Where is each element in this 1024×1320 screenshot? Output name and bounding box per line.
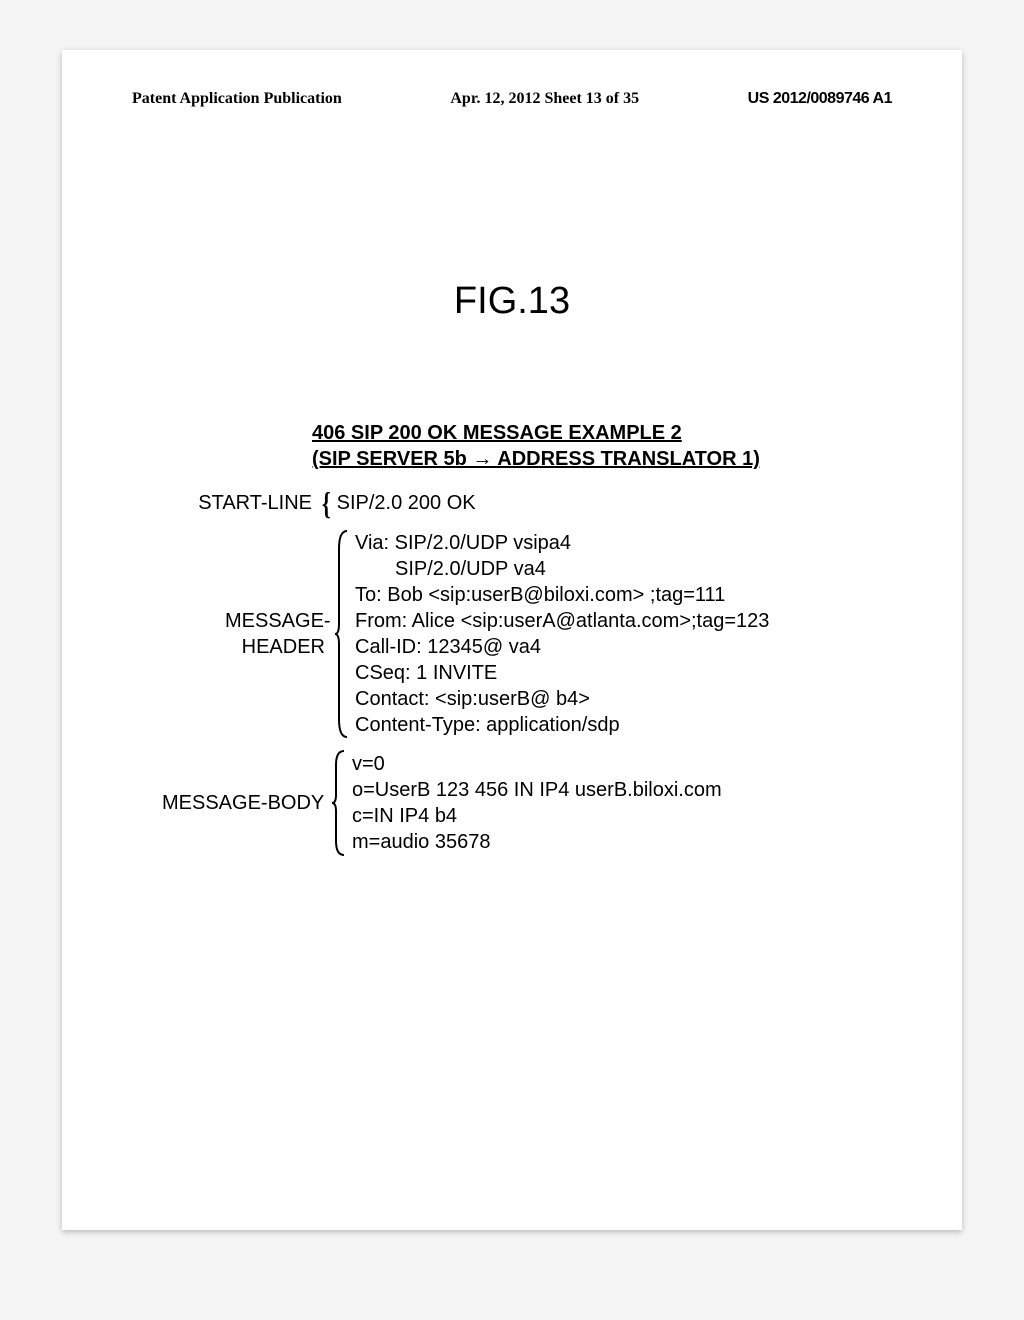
message-title-line2: (SIP SERVER 5b → ADDRESS TRANSLATOR 1): [312, 446, 902, 472]
body-v-line: v=0: [352, 751, 722, 777]
header-via-line2: SIP/2.0/UDP va4: [355, 556, 769, 582]
message-header-content: Via: SIP/2.0/UDP vsipa4 SIP/2.0/UDP va4 …: [355, 530, 769, 738]
message-header-section: MESSAGE-HEADER Via: SIP/2.0/UDP vsipa4 S…: [312, 529, 902, 739]
brace-icon: [333, 529, 355, 739]
patent-page: Patent Application Publication Apr. 12, …: [62, 50, 962, 1230]
header-to-line: To: Bob <sip:userB@biloxi.com> ;tag=111: [355, 582, 769, 608]
brace-icon: [330, 749, 352, 857]
header-cseq-line: CSeq: 1 INVITE: [355, 660, 769, 686]
message-body-content: v=0 o=UserB 123 456 IN IP4 userB.biloxi.…: [352, 751, 722, 855]
start-line-label: START-LINE: [182, 490, 320, 516]
message-header-label: MESSAGE-HEADER: [225, 608, 333, 660]
start-line-section: START-LINE { SIP/2.0 200 OK: [312, 487, 902, 519]
message-body-label: MESSAGE-BODY: [162, 790, 330, 816]
header-callid-line: Call-ID: 12345@ va4: [355, 634, 769, 660]
header-publication-number: US 2012/0089746 A1: [748, 90, 892, 108]
body-c-line: c=IN IP4 b4: [352, 803, 722, 829]
header-via-line1: Via: SIP/2.0/UDP vsipa4: [355, 530, 769, 556]
brace-icon: {: [320, 487, 337, 519]
header-contenttype-line: Content-Type: application/sdp: [355, 712, 769, 738]
figure-content: 406 SIP 200 OK MESSAGE EXAMPLE 2 (SIP SE…: [312, 420, 902, 867]
header-publication: Patent Application Publication: [132, 90, 342, 108]
message-title-line1: 406 SIP 200 OK MESSAGE EXAMPLE 2: [312, 420, 902, 446]
body-o-line: o=UserB 123 456 IN IP4 userB.biloxi.com: [352, 777, 722, 803]
start-line-content: SIP/2.0 200 OK: [337, 490, 476, 516]
header-from-line: From: Alice <sip:userA@atlanta.com>;tag=…: [355, 608, 769, 634]
figure-label: FIG.13: [62, 280, 962, 323]
body-m-line: m=audio 35678: [352, 829, 722, 855]
message-title: 406 SIP 200 OK MESSAGE EXAMPLE 2 (SIP SE…: [312, 420, 902, 472]
start-line-value: SIP/2.0 200 OK: [337, 490, 476, 516]
header-contact-line: Contact: <sip:userB@ b4>: [355, 686, 769, 712]
page-header: Patent Application Publication Apr. 12, …: [62, 90, 962, 108]
header-date-sheet: Apr. 12, 2012 Sheet 13 of 35: [450, 90, 639, 108]
message-body-section: MESSAGE-BODY v=0 o=UserB 123 456 IN IP4 …: [312, 749, 902, 857]
